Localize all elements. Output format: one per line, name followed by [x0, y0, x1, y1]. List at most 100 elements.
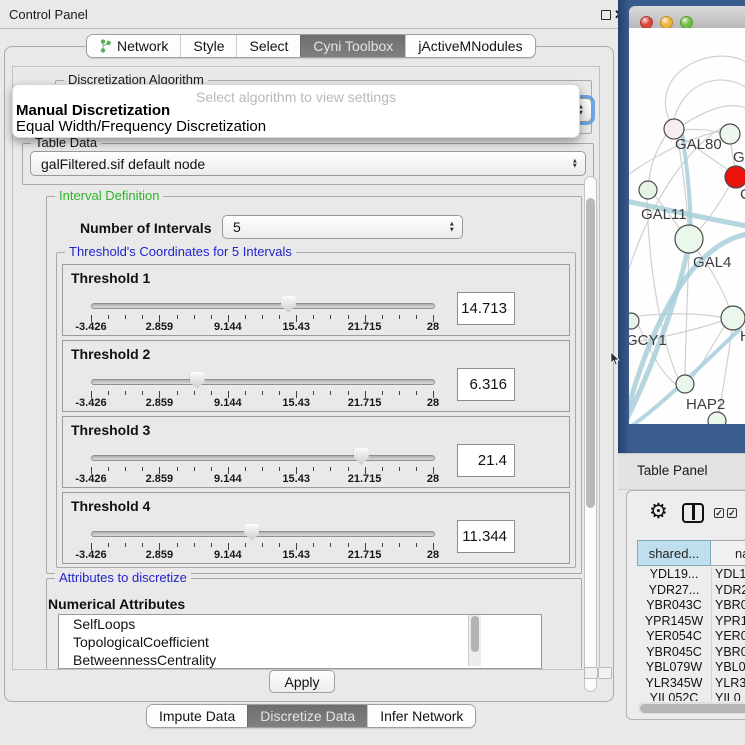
tick-mark — [279, 315, 280, 319]
table-row[interactable]: YBR043CYBR0 — [637, 598, 745, 614]
vertical-scrollbar[interactable] — [584, 176, 597, 692]
table-row[interactable]: YER054CYER0 — [637, 629, 745, 645]
threshold-label: Threshold 2 — [71, 346, 150, 362]
node-gcy1[interactable] — [629, 313, 639, 329]
tick-mark — [211, 315, 212, 319]
tab-style[interactable]: Style — [180, 35, 236, 57]
tick-mark — [142, 467, 143, 471]
checkbox-icon[interactable]: ✓ — [714, 508, 724, 518]
apply-button[interactable]: Apply — [269, 670, 335, 693]
number-of-intervals-combobox[interactable]: 5 ▲▼ — [222, 215, 463, 239]
split-view-icon[interactable] — [682, 503, 704, 523]
threshold-1-value-field[interactable]: 14.713 — [457, 292, 515, 325]
network-edge[interactable] — [647, 199, 678, 378]
network-edge[interactable] — [683, 106, 745, 125]
tab-cyni-toolbox[interactable]: Cyni Toolbox — [300, 35, 405, 57]
node-label-gcy1: GCY1 — [629, 332, 667, 349]
table-row[interactable]: YPR145WYPR1 — [637, 614, 745, 630]
threshold-4-slider-track[interactable] — [91, 531, 435, 537]
cell-shared-name: YPR145W — [637, 614, 711, 628]
tab-network[interactable]: Network — [87, 35, 180, 57]
column-header-shared-name[interactable]: shared... — [637, 540, 711, 566]
algorithm-dropdown-popup: Select algorithm to view settings Manual… — [12, 84, 580, 138]
table-row[interactable]: YBL079WYBL0 — [637, 660, 745, 676]
network-edge[interactable] — [674, 80, 745, 119]
scrollbar-corner-button[interactable] — [584, 667, 598, 679]
network-canvas[interactable]: GAL80GACGAL11GAL4GCY1HHAP2 — [629, 28, 745, 424]
threshold-4-slider-thumb[interactable] — [244, 524, 259, 541]
tick-label: 21.715 — [348, 321, 382, 333]
tick-mark — [125, 543, 126, 547]
column-header-name[interactable]: na — [711, 540, 745, 566]
network-edge[interactable] — [639, 314, 721, 317]
threshold-1-slider-track[interactable] — [91, 303, 435, 309]
tick-mark — [382, 543, 383, 547]
node-gal4[interactable] — [675, 225, 703, 253]
table-data-combobox[interactable]: galFiltered.sif default node ▲▼ — [30, 151, 586, 176]
cell-shared-name: YLR345W — [637, 676, 711, 690]
threshold-4-value-field[interactable]: 11.344 — [457, 520, 515, 553]
threshold-2-slider-track[interactable] — [91, 379, 435, 385]
node-top-right[interactable] — [720, 124, 740, 144]
threshold-3-value-field[interactable]: 21.4 — [457, 444, 515, 477]
tick-mark — [279, 467, 280, 471]
table-row[interactable]: YDR27...YDR2 — [637, 583, 745, 599]
tick-mark — [279, 543, 280, 547]
number-of-intervals-label: Number of Intervals — [80, 220, 211, 236]
node-gal11[interactable] — [639, 181, 657, 199]
tick-mark — [382, 467, 383, 471]
tab-infer-network[interactable]: Infer Network — [367, 705, 475, 727]
tick-label: 21.715 — [348, 473, 382, 485]
float-window-icon[interactable] — [601, 10, 611, 20]
tick-mark — [108, 315, 109, 319]
option-equal-width-frequency[interactable]: Equal Width/Frequency Discretization — [16, 118, 266, 135]
tick-mark — [211, 543, 212, 547]
horizontal-scrollbar[interactable] — [638, 702, 745, 714]
threshold-label: Threshold 4 — [71, 498, 150, 514]
tick-mark — [194, 391, 195, 395]
node-bottom[interactable] — [708, 412, 726, 424]
tick-mark — [416, 391, 417, 395]
threshold-3-slider-thumb[interactable] — [354, 448, 369, 465]
checkbox-icon[interactable]: ✓ — [727, 508, 737, 518]
tick-mark — [245, 467, 246, 471]
tick-label: 9.144 — [214, 549, 242, 561]
node-red[interactable] — [725, 166, 745, 188]
attributes-list-scrollbar[interactable] — [468, 615, 481, 666]
threshold-label: Threshold 1 — [71, 270, 150, 286]
tab-discretize-data[interactable]: Discretize Data — [247, 705, 367, 727]
tab-select[interactable]: Select — [236, 35, 300, 57]
node-label-hap2: HAP2 — [686, 396, 725, 413]
table-row[interactable]: YLR345WYLR3 — [637, 676, 745, 692]
node-right-h[interactable] — [721, 306, 745, 330]
threshold-1-slider-thumb[interactable] — [281, 296, 296, 313]
node-label-h: H — [740, 328, 745, 345]
network-edge[interactable] — [649, 135, 666, 181]
number-of-intervals-value: 5 — [233, 219, 241, 235]
node-hap2[interactable] — [676, 375, 694, 393]
threshold-2-value-field[interactable]: 6.316 — [457, 368, 515, 401]
tab-impute-data[interactable]: Impute Data — [147, 705, 247, 727]
attributes-scrollbar-thumb[interactable] — [471, 616, 479, 652]
threshold-label: Threshold 3 — [71, 422, 150, 438]
table-row[interactable]: YIL052CYIL0 — [637, 691, 745, 701]
tick-mark — [382, 391, 383, 395]
tick-label: 15.43 — [282, 321, 310, 333]
network-window-titlebar[interactable] — [629, 6, 745, 29]
option-manual-discretization[interactable]: Manual Discretization — [16, 102, 170, 119]
tick-mark — [348, 391, 349, 395]
table-row[interactable]: YDL19...YDL1 — [637, 567, 745, 583]
table-rows: YDL19...YDL1YDR27...YDR2YBR043CYBR0YPR14… — [637, 567, 745, 701]
scrollbar-corner-button[interactable] — [598, 667, 612, 679]
table-panel-body: ⚙ ✓ ✓ shared... na YDL19...YDL1YDR27...Y… — [626, 490, 745, 720]
horizontal-scrollbar-thumb[interactable] — [640, 704, 745, 713]
gear-icon[interactable]: ⚙ — [649, 499, 668, 524]
tick-mark — [177, 467, 178, 471]
node-label-gal80: GAL80 — [675, 136, 722, 153]
threshold-3-slider-track[interactable] — [91, 455, 435, 461]
tab-jactivemnodules[interactable]: jActiveMNodules — [405, 35, 534, 57]
threshold-2-slider-thumb[interactable] — [190, 372, 205, 389]
attributes-group-title: Attributes to discretize — [55, 570, 191, 585]
vertical-scrollbar-thumb[interactable] — [586, 198, 595, 508]
table-row[interactable]: YBR045CYBR0 — [637, 645, 745, 661]
